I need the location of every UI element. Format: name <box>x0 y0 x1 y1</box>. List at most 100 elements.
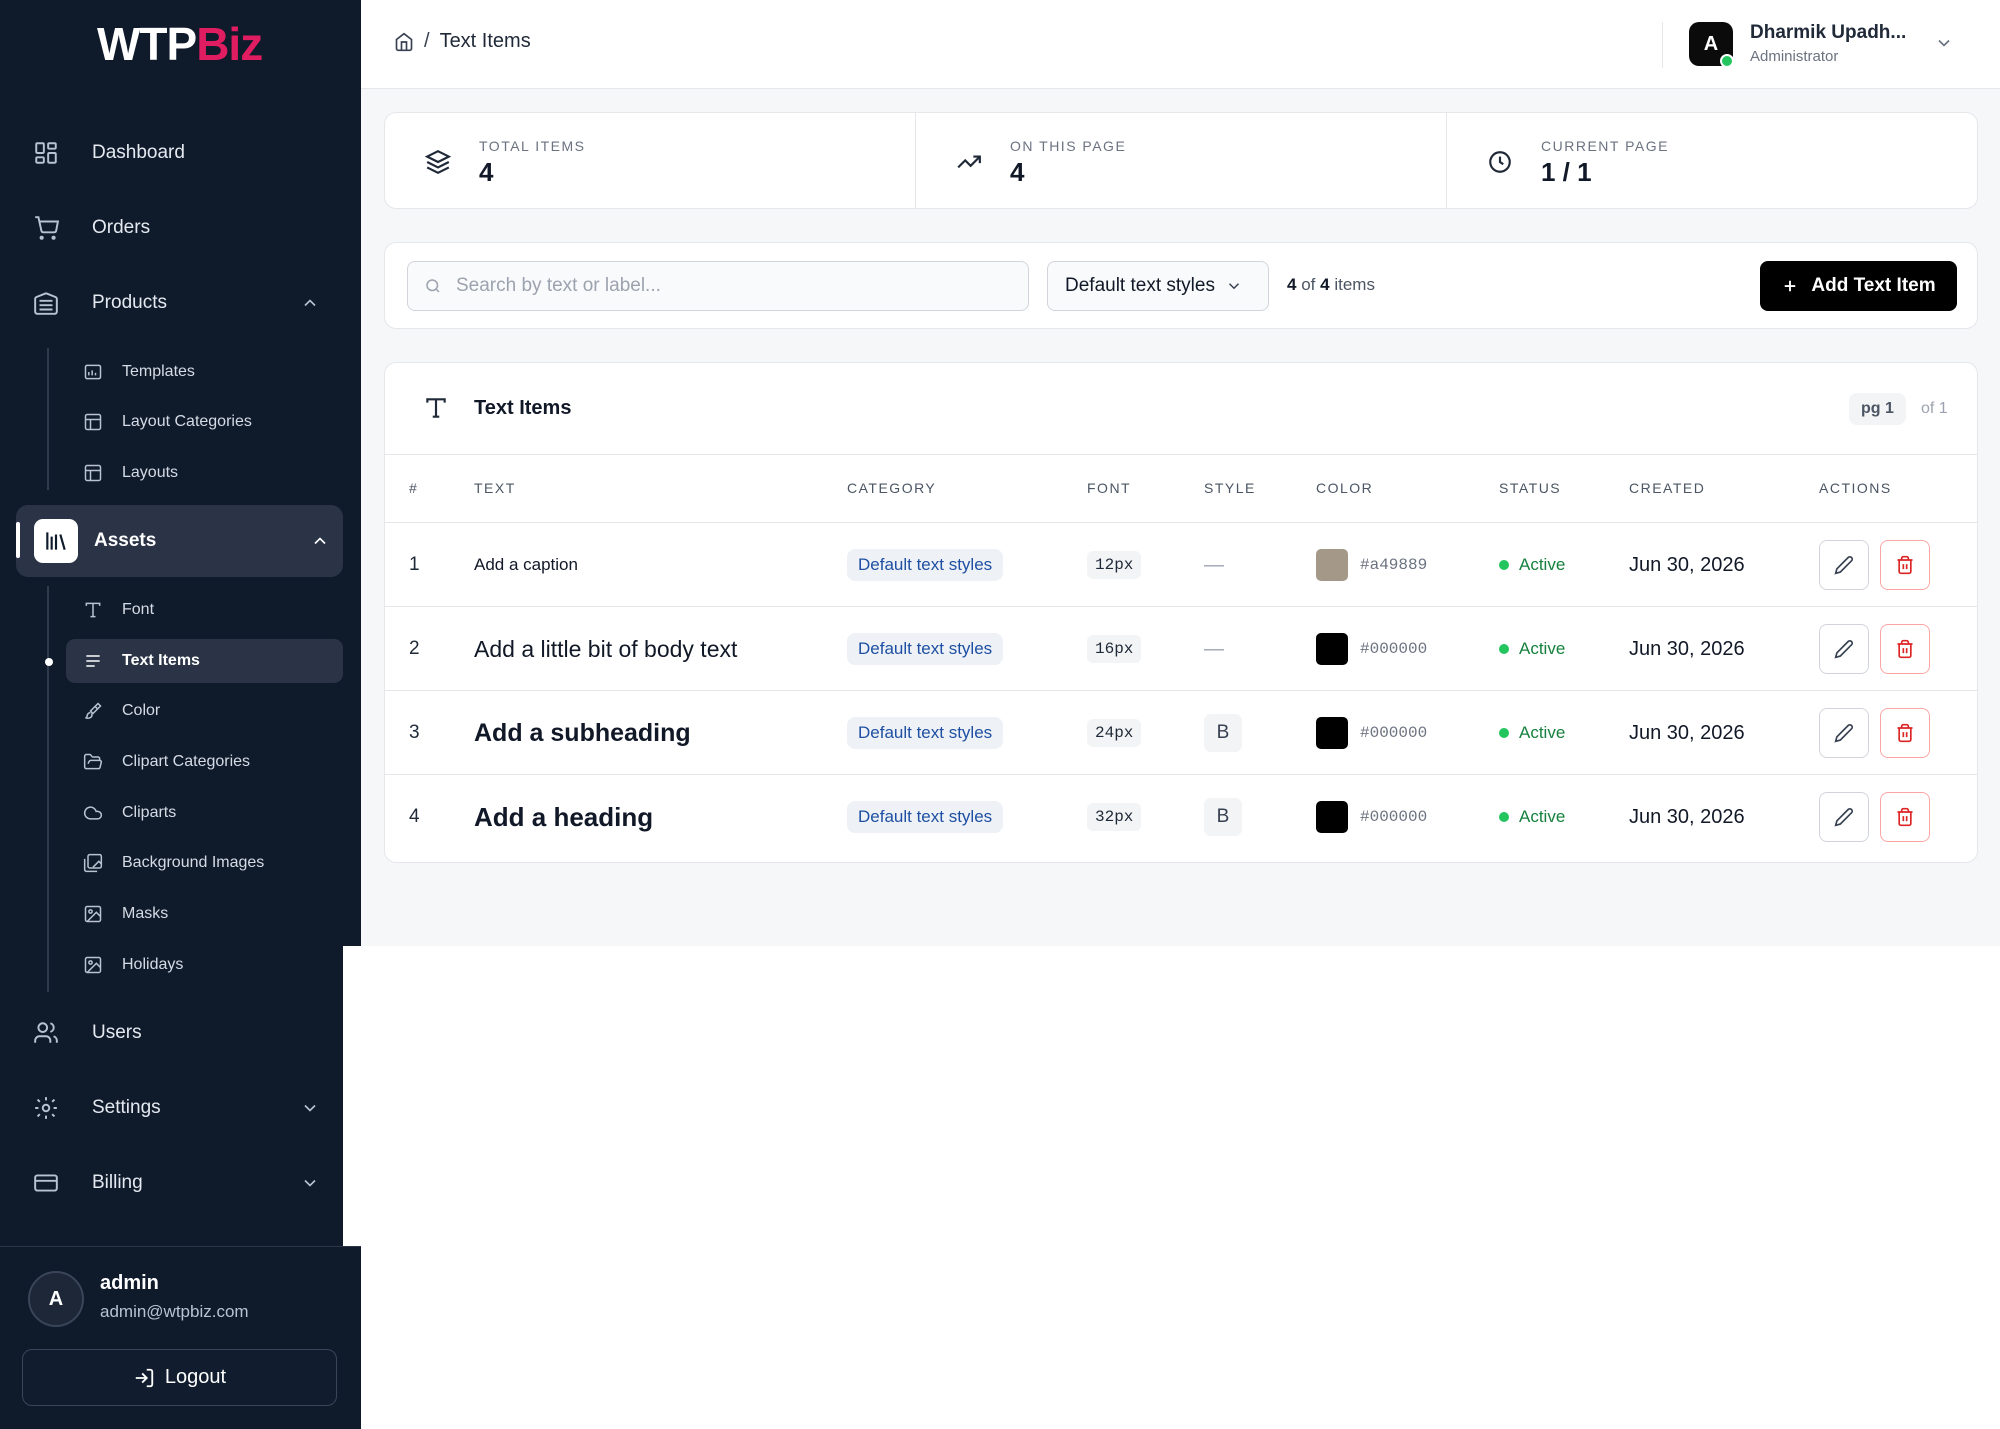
paintbrush-icon <box>82 700 104 722</box>
sidebar-item-label: Users <box>92 1022 142 1043</box>
sidebar-subitem-font[interactable]: Font <box>66 588 343 632</box>
sidebar-subitem-layouts[interactable]: Layouts <box>66 451 343 495</box>
stat-label: ON THIS PAGE <box>1010 138 1127 154</box>
sidebar-item-orders[interactable]: Orders <box>30 204 330 252</box>
column-header[interactable]: CATEGORY <box>847 480 936 496</box>
add-text-item-button[interactable]: Add Text Item <box>1760 261 1957 311</box>
pencil-icon <box>1834 556 1853 575</box>
created-date: Jun 30, 2026 <box>1629 553 1745 576</box>
active-dot <box>45 658 53 666</box>
bold-badge: B <box>1204 714 1242 752</box>
page-of: of 1 <box>1921 400 1948 417</box>
category-select[interactable]: Default text styles <box>1047 261 1269 311</box>
color-hex: #000000 <box>1360 640 1428 658</box>
chevron-up-icon <box>300 293 320 313</box>
chevron-down-icon <box>1228 283 1239 290</box>
breadcrumb: / Text Items <box>394 30 531 53</box>
stats-bar: TOTAL ITEMS 4 ON THIS PAGE 4 CURRENT PAG… <box>384 112 1978 209</box>
status-cell: Active <box>1499 607 1565 691</box>
stat-value: 1 / 1 <box>1541 157 1592 187</box>
sidebar-item-label: Billing <box>92 1172 143 1193</box>
sidebar-item-assets-label[interactable]: Assets <box>94 517 330 565</box>
stat-on-this-page: ON THIS PAGE 4 <box>916 113 1447 208</box>
table-row[interactable]: 1 Add a caption Default text styles 12px… <box>385 522 1977 606</box>
sidebar-subitem-cliparts[interactable]: Cliparts <box>66 791 343 835</box>
sidebar-subitem-clipart-categories[interactable]: Clipart Categories <box>66 740 343 784</box>
logout-button[interactable]: Logout <box>22 1349 337 1406</box>
search-box[interactable] <box>407 261 1029 311</box>
actions-cell <box>1819 523 1941 607</box>
sidebar-item-label: Dashboard <box>92 142 185 163</box>
edit-button[interactable] <box>1819 792 1869 842</box>
column-header: ACTIONS <box>1819 480 1892 496</box>
column-header[interactable]: STATUS <box>1499 480 1561 496</box>
table-row[interactable]: 3 Add a subheading Default text styles 2… <box>385 690 1977 774</box>
sidebar-item-users[interactable]: Users <box>30 1009 330 1057</box>
status-badge: Active <box>1519 639 1566 658</box>
column-header[interactable]: CREATED <box>1629 480 1705 496</box>
table-row[interactable]: 4 Add a heading Default text styles 32px… <box>385 774 1977 858</box>
category-cell: Default text styles <box>847 607 1004 691</box>
column-header[interactable]: COLOR <box>1316 480 1373 496</box>
tree-line <box>47 348 49 490</box>
table-row[interactable]: 2 Add a little bit of body text Default … <box>385 606 1977 690</box>
user-role: Administrator <box>1750 48 1839 65</box>
sidebar-item-label: Assets <box>94 530 157 551</box>
text-value: Add a heading <box>474 801 654 832</box>
sidebar-subitem-background-images[interactable]: Background Images <box>66 841 343 885</box>
text-items-table: Text Items pg 1 of 1 # TEXT CATEGORY FON… <box>384 362 1978 863</box>
sidebar-subitem-color[interactable]: Color <box>66 689 343 733</box>
sidebar-subitem-holidays[interactable]: Holidays <box>66 943 343 987</box>
column-header[interactable]: FONT <box>1087 480 1131 496</box>
sidebar-item-dashboard[interactable]: Dashboard <box>30 129 330 177</box>
style-cell: — <box>1204 523 1224 607</box>
avatar[interactable]: A <box>28 1271 84 1327</box>
stat-total-items: TOTAL ITEMS 4 <box>385 113 916 208</box>
row-number: 4 <box>409 806 420 827</box>
search-input[interactable] <box>456 275 1016 297</box>
sidebar-subitem-masks[interactable]: Masks <box>66 892 343 936</box>
created-date: Jun 30, 2026 <box>1629 721 1745 744</box>
sidebar-item-label: Orders <box>92 217 151 238</box>
layout-icon <box>82 411 104 433</box>
style-empty: — <box>1204 553 1224 576</box>
brand-logo-part1: WTP <box>97 18 197 70</box>
logout-icon <box>135 1368 154 1387</box>
user-name[interactable]: Dharmik Upadh... <box>1750 22 1906 44</box>
delete-button[interactable] <box>1880 708 1930 758</box>
sidebar-subitem-label: Holidays <box>122 956 184 973</box>
chevron-down-icon[interactable] <box>1934 33 1954 53</box>
sidebar-subitem-text-items[interactable]: Text Items <box>66 639 343 683</box>
sidebar-item-billing[interactable]: Billing <box>30 1159 330 1207</box>
delete-button[interactable] <box>1880 540 1930 590</box>
type-icon <box>82 599 104 621</box>
delete-button[interactable] <box>1880 792 1930 842</box>
plus-icon <box>1785 280 1796 292</box>
category-select-value: Default text styles <box>1065 275 1215 296</box>
delete-button[interactable] <box>1880 624 1930 674</box>
brand-logo[interactable]: WTPBiz <box>97 16 263 72</box>
sidebar-item-products[interactable]: Products <box>30 279 330 327</box>
sidebar-subitem-templates[interactable]: Templates <box>66 350 343 394</box>
sidebar-subitem-label: Clipart Categories <box>122 753 251 770</box>
edit-button[interactable] <box>1819 708 1869 758</box>
breadcrumb-separator: / <box>424 30 430 52</box>
edit-button[interactable] <box>1819 540 1869 590</box>
text-value: Add a caption <box>474 555 578 574</box>
type-icon <box>423 395 449 421</box>
column-header[interactable]: TEXT <box>474 480 516 496</box>
color-swatch <box>1316 633 1348 665</box>
clock-icon <box>1487 149 1513 175</box>
layers-icon <box>424 149 452 175</box>
stat-current-page: CURRENT PAGE 1 / 1 <box>1447 113 1977 208</box>
sidebar-subitem-label: Color <box>122 702 161 719</box>
color-swatch <box>1316 717 1348 749</box>
actions-cell <box>1819 775 1941 859</box>
stat-label: TOTAL ITEMS <box>479 138 586 154</box>
home-icon[interactable] <box>394 32 414 52</box>
edit-button[interactable] <box>1819 624 1869 674</box>
actions-cell <box>1819 691 1941 775</box>
column-header[interactable]: STYLE <box>1204 480 1256 496</box>
sidebar-subitem-layout-categories[interactable]: Layout Categories <box>66 400 343 444</box>
sidebar-item-settings[interactable]: Settings <box>30 1084 330 1132</box>
